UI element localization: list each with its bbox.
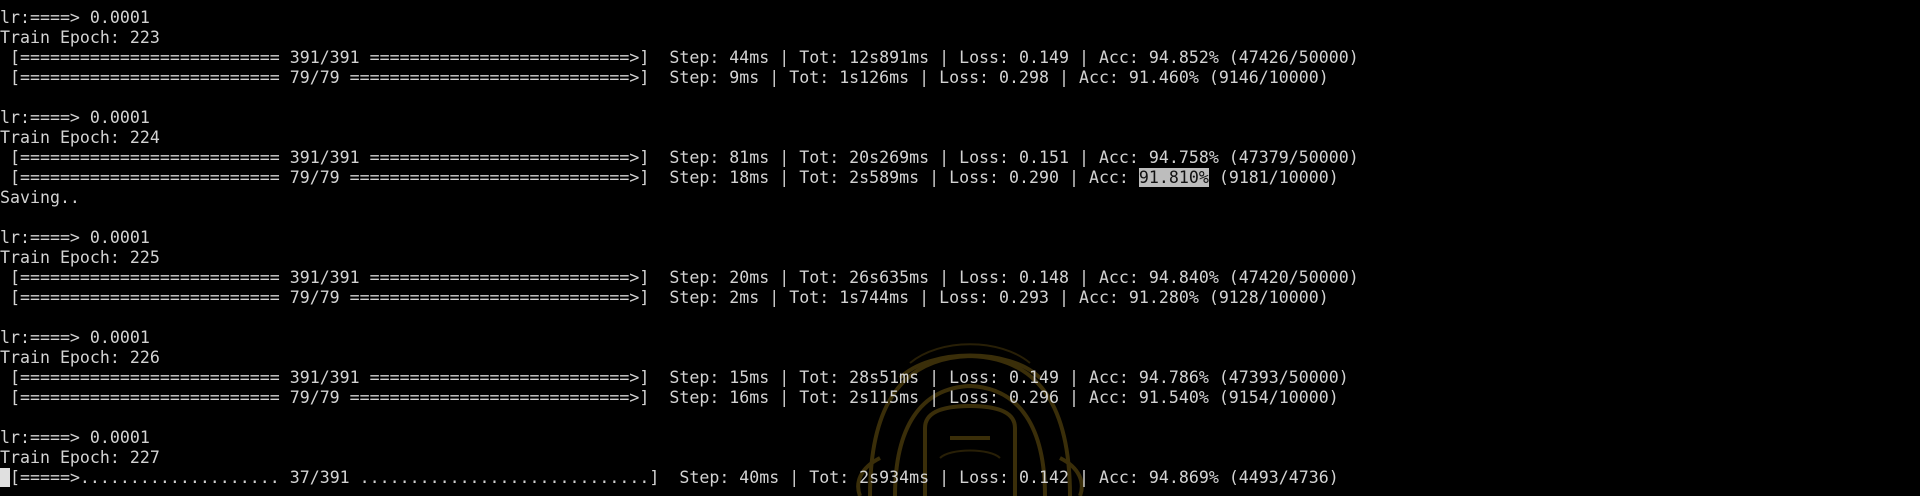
train-progress-bar: [========================== 391/391 ====… [0,48,650,67]
train-progress-bar: [========================== 391/391 ====… [0,268,650,287]
epoch-line: Train Epoch: 224 [0,128,160,147]
lr-line: lr:====> 0.0001 [0,328,150,347]
train-progress-bar: [========================== 391/391 ====… [0,148,650,167]
test-stats-prefix: Step: 18ms | Tot: 2s589ms | Loss: 0.290 … [649,168,1139,187]
epoch-line: Train Epoch: 223 [0,28,160,47]
saving-line: Saving.. [0,188,80,207]
train-stats: Step: 81ms | Tot: 20s269ms | Loss: 0.151… [649,148,1359,167]
train-progress-row: [========================== 391/391 ====… [0,48,1920,68]
test-progress-bar: [========================== 79/79 ======… [0,68,650,87]
lr-line: lr:====> 0.0001 [0,228,150,247]
lr-line: lr:====> 0.0001 [0,108,150,127]
epoch-line: Train Epoch: 227 [0,448,160,467]
train-stats: Step: 15ms | Tot: 28s51ms | Loss: 0.149 … [649,368,1349,387]
test-progress-row: [========================== 79/79 ======… [0,68,1920,88]
train-progress-row: [========================== 391/391 ====… [0,268,1920,288]
epoch-line: Train Epoch: 226 [0,348,160,367]
test-progress-row: [========================== 79/79 ======… [0,288,1920,308]
test-stats: Step: 9ms | Tot: 1s126ms | Loss: 0.298 |… [649,68,1329,87]
current-stats: Step: 40ms | Tot: 2s934ms | Loss: 0.142 … [659,468,1339,487]
selected-accuracy-text[interactable]: 91.810% [1138,168,1209,187]
epoch-line: Train Epoch: 225 [0,248,160,267]
train-progress-bar: [========================== 391/391 ====… [0,368,650,387]
test-progress-bar: [========================== 79/79 ======… [0,388,650,407]
terminal-output: lr:====> 0.0001 Train Epoch: 223 [======… [0,8,1920,488]
lr-line: lr:====> 0.0001 [0,428,150,447]
test-stats: Step: 16ms | Tot: 2s115ms | Loss: 0.296 … [649,388,1339,407]
test-stats: Step: 2ms | Tot: 1s744ms | Loss: 0.293 |… [649,288,1329,307]
current-progress-bar: [=====>.................... 37/391 .....… [10,468,660,487]
lr-line: lr:====> 0.0001 [0,8,150,27]
current-progress-row: [=====>.................... 37/391 .....… [0,468,1920,488]
terminal-cursor [0,468,10,487]
train-stats: Step: 20ms | Tot: 26s635ms | Loss: 0.148… [649,268,1359,287]
test-progress-bar: [========================== 79/79 ======… [0,168,650,187]
test-progress-row: [========================== 79/79 ======… [0,168,1920,188]
test-progress-bar: [========================== 79/79 ======… [0,288,650,307]
test-progress-row: [========================== 79/79 ======… [0,388,1920,408]
train-progress-row: [========================== 391/391 ====… [0,368,1920,388]
train-progress-row: [========================== 391/391 ====… [0,148,1920,168]
train-stats: Step: 44ms | Tot: 12s891ms | Loss: 0.149… [649,48,1359,67]
test-stats-suffix: (9181/10000) [1208,168,1339,187]
